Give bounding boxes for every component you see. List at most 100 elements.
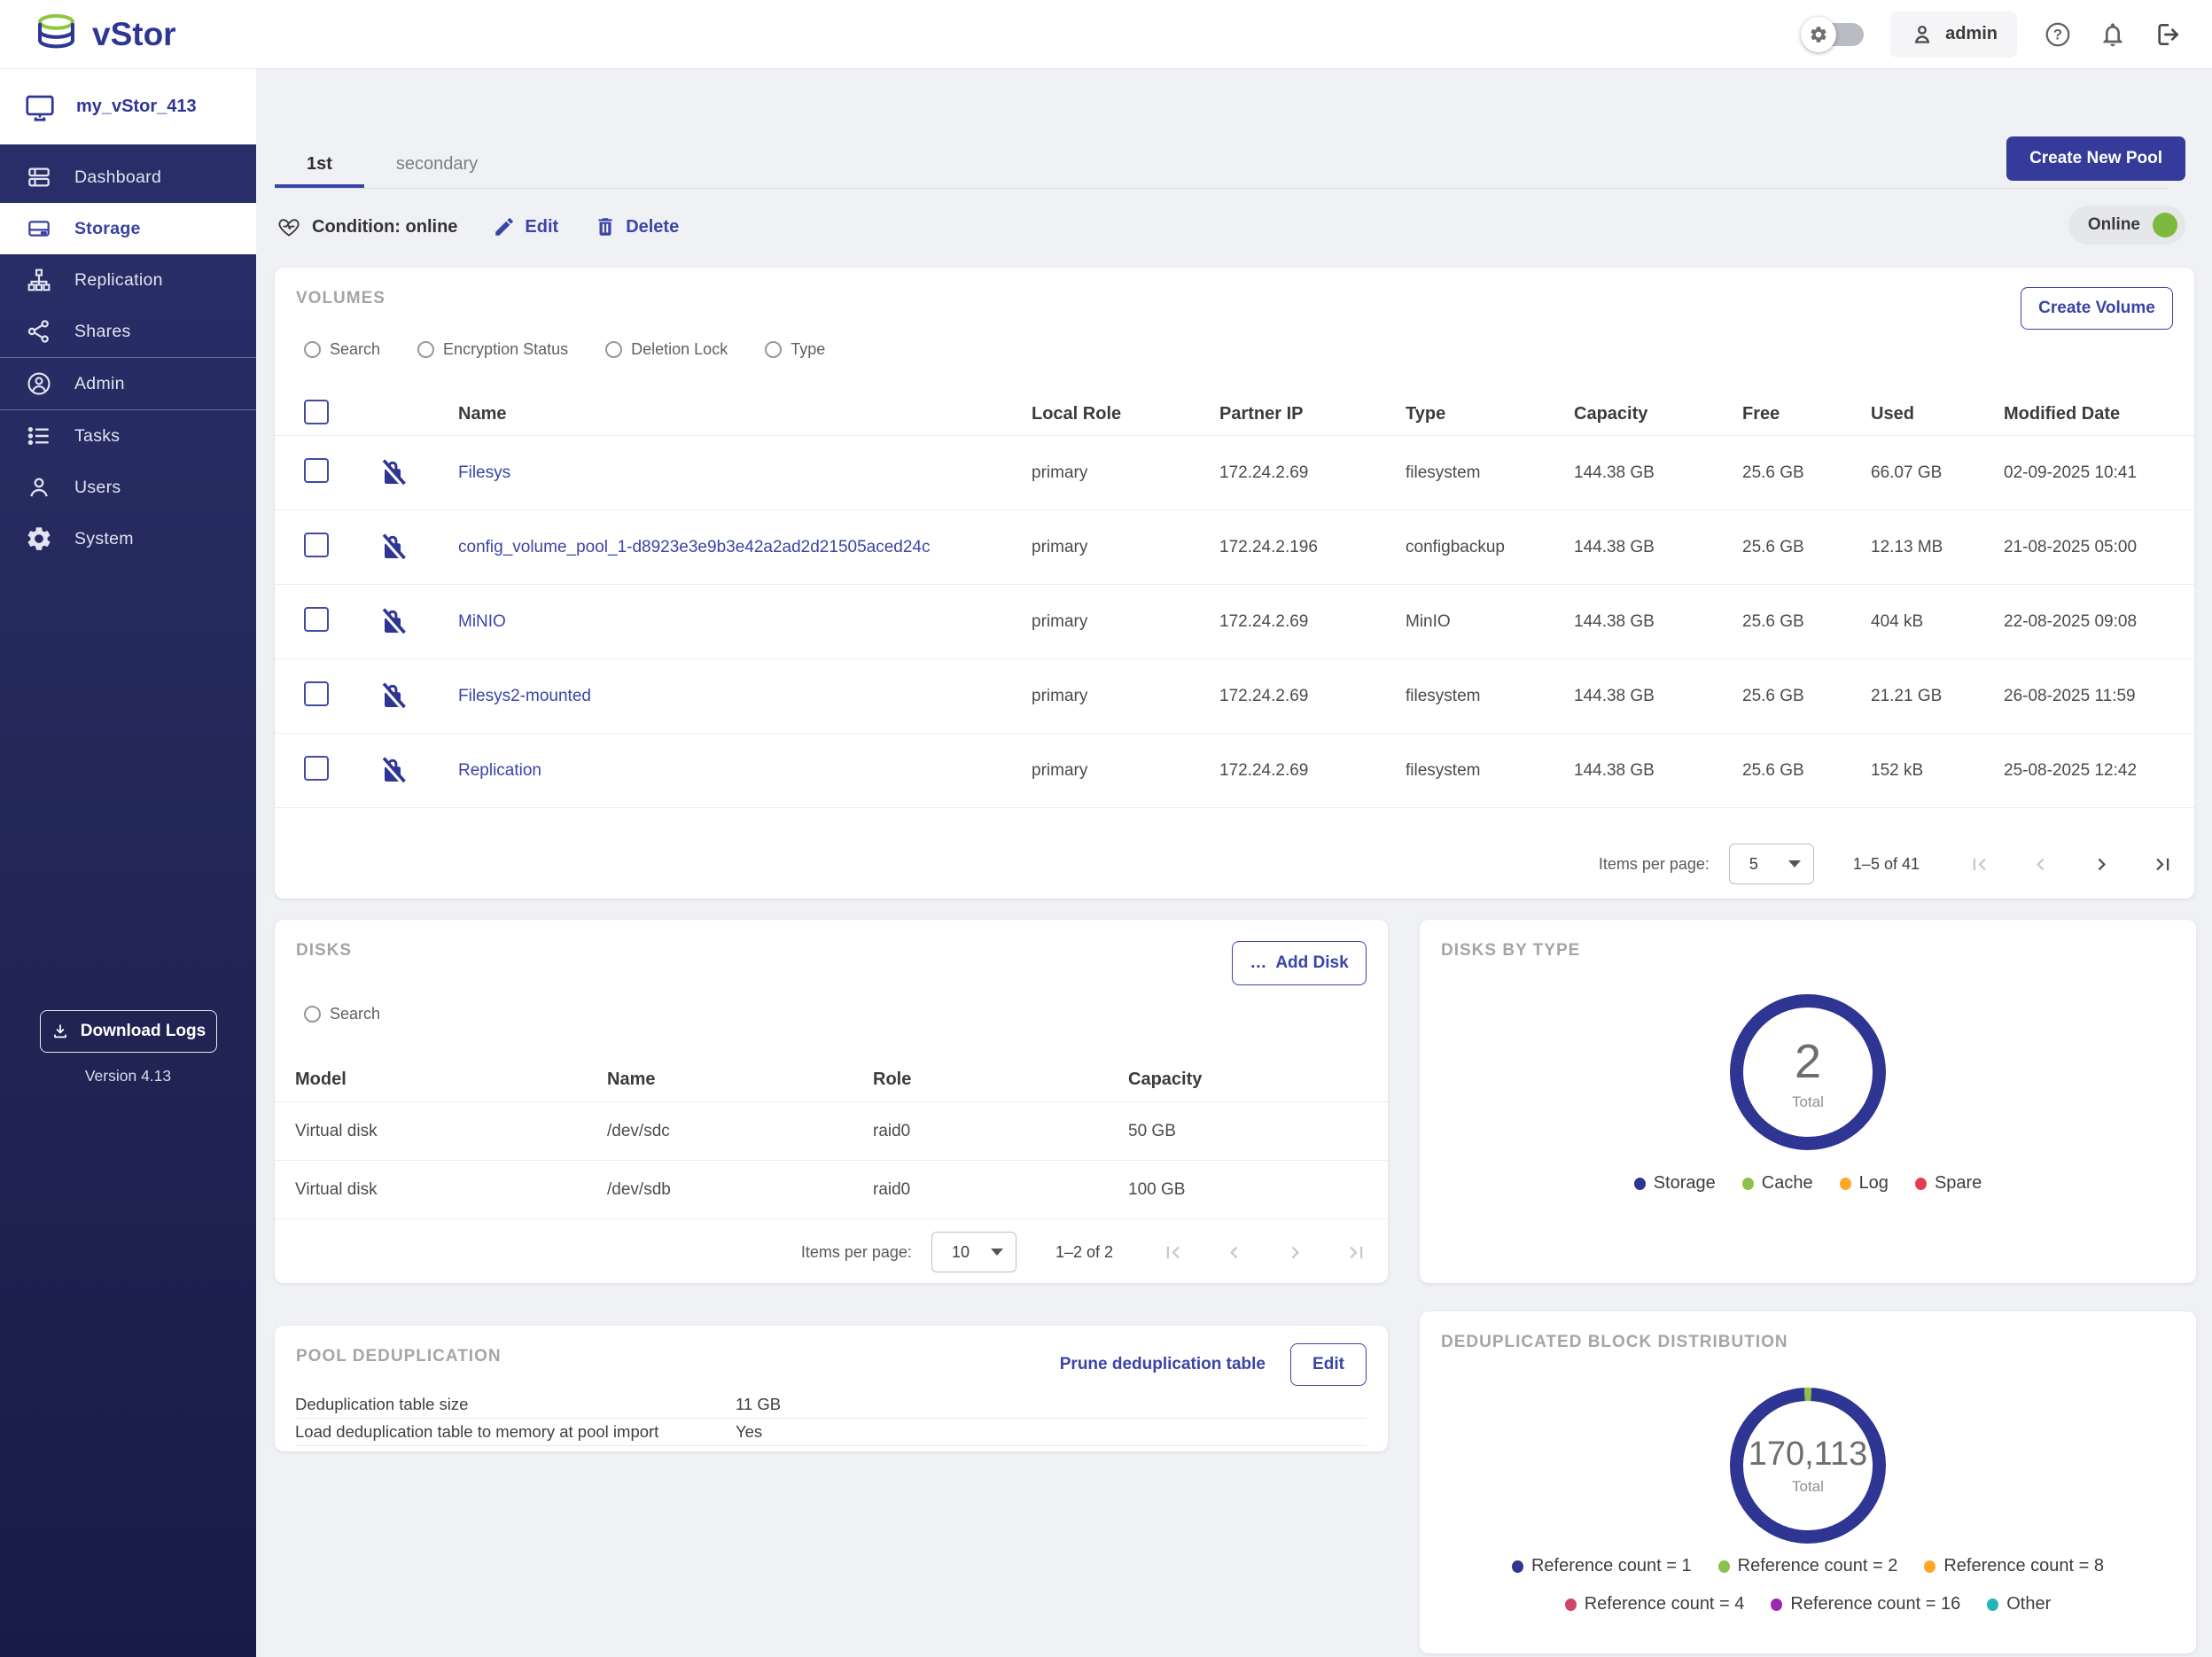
theme-toggle[interactable] xyxy=(1801,16,1865,52)
col-name: Name xyxy=(607,1070,656,1089)
dedup-title: POOL DEDUPLICATION xyxy=(296,1347,502,1365)
dedup-distribution-chart: 170,113 Total xyxy=(1420,1388,2196,1544)
tab-secondary-pool[interactable]: secondary xyxy=(364,140,510,188)
tab-primary-pool[interactable]: 1st xyxy=(275,140,364,188)
legend-label: Reference count = 16 xyxy=(1790,1594,1961,1614)
prev-page-button[interactable] xyxy=(1222,1241,1246,1264)
dedup-distribution-title: DEDUPLICATED BLOCK DISTRIBUTION xyxy=(1441,1333,1788,1351)
volume-row: Filesys primary 172.24.2.69 filesystem 1… xyxy=(275,436,2194,510)
select-all-checkbox[interactable] xyxy=(304,399,329,424)
first-page-button[interactable] xyxy=(1967,852,1991,876)
vstor-app: vStor admin ? my_vStor_413 Dashboard Sto… xyxy=(0,0,2212,1657)
filter-radio[interactable]: Type xyxy=(765,340,825,359)
help-button[interactable]: ? xyxy=(2044,20,2072,49)
sidebar-item-users[interactable]: Users xyxy=(0,462,256,513)
sidebar-item-replication[interactable]: Replication xyxy=(0,254,256,306)
radio-icon[interactable] xyxy=(304,1006,321,1023)
sidebar-item-shares[interactable]: Shares xyxy=(0,306,256,357)
last-page-button[interactable] xyxy=(2151,852,2175,876)
theme-toggle-knob[interactable] xyxy=(1801,16,1837,52)
filter-label: Deletion Lock xyxy=(631,340,728,358)
col-model: Model xyxy=(295,1070,347,1089)
vstor-logo-icon xyxy=(38,13,74,48)
disks-search-radio[interactable]: Search xyxy=(304,1005,380,1023)
legend-dot xyxy=(1511,1560,1523,1573)
cell-used: 12.13 MB xyxy=(1871,537,1943,556)
items-per-page-select[interactable]: 10 xyxy=(931,1232,1016,1272)
dedup-property-row: Load deduplication table to memory at po… xyxy=(295,1419,1367,1446)
caret-down-icon xyxy=(990,1249,1003,1256)
legend-item: Reference count = 8 xyxy=(1924,1556,2104,1576)
prev-page-button[interactable] xyxy=(2029,852,2052,876)
logout-button[interactable] xyxy=(2154,20,2182,49)
cell-local-role: primary xyxy=(1032,463,1088,482)
cell-capacity: 144.38 GB xyxy=(1574,686,1655,705)
next-page-button[interactable] xyxy=(2090,852,2114,876)
sidebar-item-storage[interactable]: Storage xyxy=(0,203,256,254)
col-used: Used xyxy=(1871,404,1914,424)
cell-partner-ip: 172.24.2.196 xyxy=(1219,537,1318,556)
legend-dot xyxy=(1633,1177,1646,1190)
disks-by-type-section: DISKS BY TYPE 2 Total Storage Cache Log … xyxy=(1420,920,2196,1283)
radio-icon[interactable] xyxy=(605,341,623,358)
sidebar-item-admin[interactable]: Admin xyxy=(0,358,256,409)
dedup-edit-button[interactable]: Edit xyxy=(1290,1343,1367,1386)
row-checkbox[interactable] xyxy=(304,681,329,706)
radio-icon[interactable] xyxy=(765,341,783,358)
volume-name-link[interactable]: config_volume_pool_1-d8923e3e9b3e42a2ad2… xyxy=(458,538,930,556)
volume-name-link[interactable]: MiNIO xyxy=(458,612,506,631)
filter-radio[interactable]: Search xyxy=(304,340,380,359)
volume-name-link[interactable]: Replication xyxy=(458,761,541,780)
legend-label: Reference count = 1 xyxy=(1530,1556,1692,1575)
volume-name-link[interactable]: Filesys2-mounted xyxy=(458,687,591,705)
volume-row: Replication primary 172.24.2.69 filesyst… xyxy=(275,734,2194,808)
row-checkbox[interactable] xyxy=(304,606,329,632)
next-page-button[interactable] xyxy=(1283,1241,1307,1264)
filter-radio[interactable]: Encryption Status xyxy=(417,340,568,359)
legend-item: Other xyxy=(1987,1594,2051,1614)
cell-partner-ip: 172.24.2.69 xyxy=(1219,760,1309,780)
cell-partner-ip: 172.24.2.69 xyxy=(1219,611,1309,631)
online-status-dot xyxy=(2153,213,2177,237)
items-per-page-label: Items per page: xyxy=(1598,854,1710,873)
first-page-button[interactable] xyxy=(1161,1241,1185,1264)
logo-text: vStor xyxy=(92,15,176,52)
sidebar-item-label: Storage xyxy=(74,218,141,238)
sidebar-item-system[interactable]: System xyxy=(0,513,256,564)
row-checkbox[interactable] xyxy=(304,532,329,557)
pool-delete-button[interactable]: Delete xyxy=(594,215,679,238)
cell-modified-date: 22-08-2025 09:08 xyxy=(2004,611,2138,631)
volumes-filters: Search Encryption Status Deletion Lock T… xyxy=(304,340,825,359)
download-logs-button[interactable]: Download Logs xyxy=(39,1010,217,1053)
row-checkbox[interactable] xyxy=(304,457,329,483)
notifications-button[interactable] xyxy=(2099,20,2127,49)
add-disk-label: Add Disk xyxy=(1275,953,1349,972)
row-checkbox[interactable] xyxy=(304,755,329,781)
user-menu[interactable]: admin xyxy=(1890,11,2017,58)
radio-icon[interactable] xyxy=(417,341,435,358)
sidebar-item-tasks[interactable]: Tasks xyxy=(0,410,256,462)
person-icon xyxy=(1914,25,1930,43)
items-per-page-select[interactable]: 5 xyxy=(1728,844,1814,884)
cell-name: /dev/sdb xyxy=(607,1179,671,1199)
encryption-off-lock-icon xyxy=(379,533,406,561)
sidebar-item-dashboard[interactable]: Dashboard xyxy=(0,152,256,203)
add-disk-button[interactable]: … Add Disk xyxy=(1232,941,1367,985)
col-partner-ip: Partner IP xyxy=(1219,404,1304,424)
tasks-icon xyxy=(27,427,49,445)
prune-dedup-table-link[interactable]: Prune deduplication table xyxy=(1060,1355,1266,1374)
sidebar-server-name[interactable]: my_vStor_413 xyxy=(0,69,256,144)
storage-icon xyxy=(28,221,50,237)
volume-row: MiNIO primary 172.24.2.69 MinIO 144.38 G… xyxy=(275,585,2194,659)
create-volume-button[interactable]: Create Volume xyxy=(2021,287,2173,330)
pool-edit-button[interactable]: Edit xyxy=(493,215,558,238)
radio-icon[interactable] xyxy=(304,341,321,358)
col-role: Role xyxy=(873,1070,912,1089)
filter-label: Type xyxy=(791,340,826,358)
sidebar-item-label: Shares xyxy=(74,321,131,341)
volume-name-link[interactable]: Filesys xyxy=(458,463,510,482)
pool-status-badge: Online xyxy=(2068,206,2185,245)
last-page-button[interactable] xyxy=(1344,1241,1368,1264)
download-icon xyxy=(53,1024,66,1039)
filter-radio[interactable]: Deletion Lock xyxy=(605,340,728,359)
